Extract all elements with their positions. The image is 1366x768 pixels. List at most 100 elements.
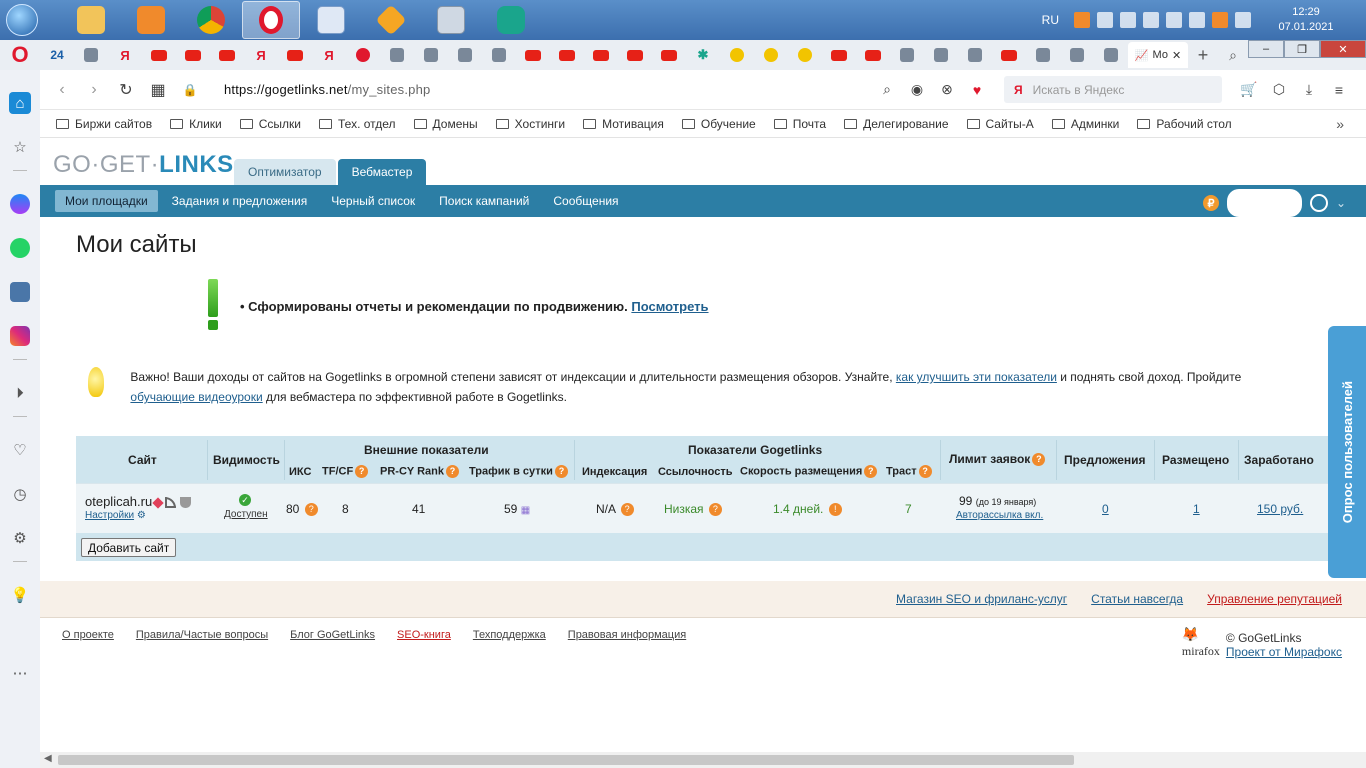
- minimize-button[interactable]: –: [1248, 40, 1284, 58]
- browser-tab[interactable]: Я: [312, 42, 346, 68]
- whatsapp-icon[interactable]: [9, 237, 31, 259]
- browser-tab[interactable]: [652, 42, 686, 68]
- scrollbar-thumb[interactable]: [58, 755, 1074, 765]
- adblock-icon[interactable]: ⊗: [938, 81, 956, 98]
- chevron-down-icon[interactable]: ⌄: [1336, 196, 1346, 210]
- settings-gear-icon[interactable]: ⚙: [9, 527, 31, 549]
- language-indicator[interactable]: RU: [1042, 13, 1059, 27]
- footer-about-link[interactable]: О проекте: [62, 629, 114, 641]
- download-icon[interactable]: ⤓: [1300, 81, 1318, 98]
- help-icon[interactable]: ?: [864, 465, 878, 478]
- taskbar-chrome[interactable]: [182, 1, 240, 39]
- bookmarks-overflow-icon[interactable]: »: [1336, 116, 1344, 132]
- video-tutorials-link[interactable]: обучающие видеоуроки: [130, 390, 262, 404]
- bookmark-item[interactable]: Админки: [1051, 117, 1119, 131]
- bookmark-item[interactable]: Ссылки: [239, 117, 301, 131]
- footer-seo-shop-link[interactable]: Магазин SEO и фриланс-услуг: [896, 592, 1067, 606]
- help-icon[interactable]: ?: [708, 503, 722, 517]
- signal-icon[interactable]: [1189, 12, 1205, 28]
- tab-search-icon[interactable]: ⌕: [1218, 47, 1248, 64]
- settings-link[interactable]: Настройки: [85, 510, 134, 521]
- bookmark-item[interactable]: Хостинги: [495, 117, 565, 131]
- menu-blacklist[interactable]: Черный список: [321, 190, 425, 212]
- scroll-left-icon[interactable]: ◀: [44, 753, 52, 764]
- browser-tab[interactable]: [1094, 42, 1128, 68]
- monitor-icon[interactable]: [1143, 12, 1159, 28]
- bookmark-item[interactable]: Почта: [773, 117, 826, 131]
- camera-icon[interactable]: ◉: [908, 81, 926, 98]
- bookmark-item[interactable]: Клики: [170, 117, 222, 131]
- lightbulb-icon[interactable]: 💡: [9, 584, 31, 606]
- browser-tab[interactable]: [74, 42, 108, 68]
- stats-chart-icon[interactable]: ▦: [521, 505, 530, 516]
- taskbar-calculator[interactable]: [422, 1, 480, 39]
- bookmark-item[interactable]: Рабочий стол: [1137, 117, 1232, 131]
- user-icon[interactable]: [1309, 194, 1328, 212]
- app-tray-icon[interactable]: [1212, 12, 1228, 28]
- reload-button[interactable]: ↻: [110, 80, 142, 100]
- bookmark-item[interactable]: Мотивация: [583, 117, 664, 131]
- bookmark-item[interactable]: Обучение: [681, 117, 756, 131]
- heart-icon[interactable]: ♡: [9, 439, 31, 461]
- messenger-icon[interactable]: [9, 193, 31, 215]
- start-button[interactable]: [0, 0, 44, 40]
- autosend-text[interactable]: Авторассылка вкл.: [956, 510, 1043, 521]
- home-icon[interactable]: ⌂: [9, 92, 31, 114]
- status-text[interactable]: Доступен: [224, 509, 268, 520]
- menu-icon[interactable]: ≡: [1330, 82, 1348, 98]
- cube-icon[interactable]: ⬡: [1270, 81, 1288, 98]
- mirafox-logo[interactable]: 🦊 mirafox: [1182, 627, 1220, 659]
- browser-tab[interactable]: ✱: [686, 42, 720, 68]
- browser-tab[interactable]: [210, 42, 244, 68]
- bookmark-item[interactable]: Домены: [413, 117, 478, 131]
- browser-tab[interactable]: Я: [108, 42, 142, 68]
- bookmark-item[interactable]: Сайты-А: [966, 117, 1034, 131]
- footer-blog-link[interactable]: Блог GoGetLinks: [290, 629, 375, 641]
- gogetlinks-logo[interactable]: GO·GET·LINKS: [53, 151, 234, 179]
- help-icon[interactable]: ?: [445, 465, 459, 478]
- footer-articles-link[interactable]: Статьи навсегда: [1091, 592, 1183, 606]
- offers-link[interactable]: 0: [1102, 502, 1109, 516]
- url-field[interactable]: https://gogetlinks.net/my_sites.php: [224, 82, 430, 97]
- browser-tab[interactable]: [924, 42, 958, 68]
- browser-tab[interactable]: [482, 42, 516, 68]
- taskbar-media[interactable]: [122, 1, 180, 39]
- browser-tab[interactable]: [584, 42, 618, 68]
- browser-tab[interactable]: [516, 42, 550, 68]
- browser-tab[interactable]: [176, 42, 210, 68]
- gear-icon[interactable]: ⚙: [137, 510, 146, 521]
- site-domain[interactable]: oteplicah.ru: [85, 494, 152, 509]
- more-icon[interactable]: ⋯: [9, 662, 31, 684]
- bookmark-item[interactable]: Делегирование: [844, 117, 949, 131]
- footer-rules-link[interactable]: Правила/Частые вопросы: [136, 629, 268, 641]
- browser-tab[interactable]: [958, 42, 992, 68]
- new-tab-button[interactable]: +: [1188, 45, 1218, 66]
- browser-tab[interactable]: [278, 42, 312, 68]
- improve-metrics-link[interactable]: как улучшить эти показатели: [896, 370, 1057, 384]
- history-icon[interactable]: ◷: [9, 483, 31, 505]
- volume-icon[interactable]: [1235, 12, 1251, 28]
- search-icon[interactable]: ⌕: [878, 81, 896, 98]
- help-icon[interactable]: ?: [918, 465, 932, 478]
- earned-link[interactable]: 150 руб.: [1257, 502, 1303, 516]
- browser-tab[interactable]: [380, 42, 414, 68]
- browser-tab[interactable]: [992, 42, 1026, 68]
- menu-my-sites[interactable]: Мои площадки: [55, 190, 158, 212]
- player-icon[interactable]: ⏵: [9, 382, 31, 404]
- taskbar-explorer[interactable]: [62, 1, 120, 39]
- mirafox-project-link[interactable]: Проект от Мирафокс: [1226, 645, 1342, 659]
- taskbar-opera[interactable]: [242, 1, 300, 39]
- maximize-button[interactable]: ❐: [1284, 40, 1320, 58]
- browser-tab[interactable]: [414, 42, 448, 68]
- bookmark-item[interactable]: Тех. отдел: [319, 117, 396, 131]
- footer-support-link[interactable]: Техподдержка: [473, 629, 546, 641]
- cart-icon[interactable]: 🛒: [1240, 81, 1258, 98]
- forward-button[interactable]: ›: [78, 81, 110, 99]
- opera-menu-icon[interactable]: O: [0, 40, 40, 70]
- close-window-button[interactable]: ✕: [1320, 40, 1366, 58]
- browser-tab[interactable]: [618, 42, 652, 68]
- taskbar-wordpad[interactable]: [302, 1, 360, 39]
- avast-icon[interactable]: [1074, 12, 1090, 28]
- browser-tab[interactable]: [448, 42, 482, 68]
- tab-webmaster[interactable]: Вебмастер: [337, 159, 427, 185]
